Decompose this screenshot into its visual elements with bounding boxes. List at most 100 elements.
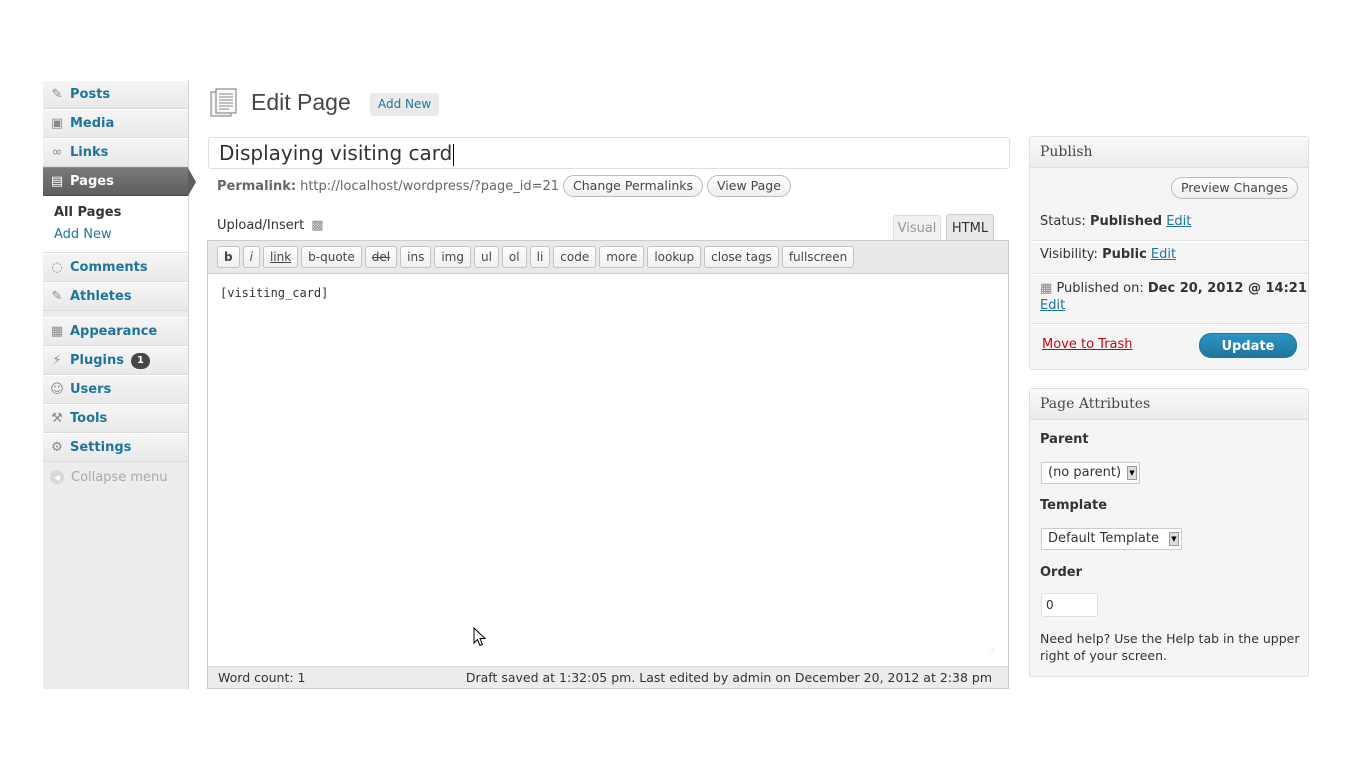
menu-item-settings[interactable]: ⚙ Settings [43,433,188,462]
qt-li-button[interactable]: li [529,246,551,268]
upload-insert[interactable]: Upload/Insert ▩ [217,218,324,233]
qt-more-button[interactable]: more [599,246,645,268]
qt-img-button[interactable]: img [434,246,471,268]
move-to-trash-link[interactable]: Move to Trash [1042,337,1133,352]
published-on-label: Published on: [1056,281,1144,296]
page-attributes-box: Page Attributes Parent (no parent) ▼ Tem… [1029,388,1309,677]
menu-item-tools[interactable]: ⚒ Tools [43,404,188,433]
qt-ul-button[interactable]: ul [473,246,499,268]
appearance-icon: ▦ [50,324,64,339]
content-textarea[interactable]: [visiting_card] [208,274,1008,644]
qt-del-button[interactable]: del [364,246,398,268]
menu-label: Links [70,145,109,160]
status-value: Published [1089,214,1163,229]
edit-status-link[interactable]: Edit [1166,214,1191,229]
status-row: Status: Published Edit [1040,214,1191,229]
qt-italic-button[interactable]: i [242,246,260,268]
help-text: Need help? Use the Help tab in the upper… [1040,631,1300,663]
pin-icon: ✎ [51,289,63,304]
content-text: [visiting_card] [220,286,329,300]
text-caret [453,143,455,166]
change-permalinks-button[interactable]: Change Permalinks [563,175,704,197]
qt-code-button[interactable]: code [553,246,597,268]
dropdown-arrow-icon: ▼ [1127,466,1137,480]
divider [1030,273,1308,275]
edit-visibility-link[interactable]: Edit [1151,247,1176,262]
qt-close-tags-button[interactable]: close tags [704,246,779,268]
tab-visual[interactable]: Visual [893,215,941,240]
submenu-add-new[interactable]: Add New [54,227,112,242]
comments-icon: ◌ [51,260,63,275]
submenu-all-pages[interactable]: All Pages [54,202,188,224]
collapse-menu[interactable]: ◀ Collapse menu [43,462,188,492]
qt-fullscreen-button[interactable]: fullscreen [781,246,855,268]
divider [1030,240,1308,242]
mouse-cursor-icon [473,627,487,647]
draft-status: Draft saved at 1:32:05 pm. Last edited b… [465,670,992,685]
menu-label: Pages [70,174,114,189]
edit-date-link[interactable]: Edit [1040,298,1065,313]
calendar-icon: ▦ [1040,281,1053,296]
parent-select[interactable]: (no parent) ▼ [1041,462,1140,484]
collapse-menu-label: Collapse menu [71,469,168,485]
users-icon: ☺ [50,382,64,397]
tools-icon: ⚒ [51,411,63,426]
menu-label: Appearance [70,324,158,339]
status-label: Status: [1040,214,1086,229]
page-attributes-title: Page Attributes [1030,389,1308,420]
editor-status-bar: Word count: 1 Draft saved at 1:32:05 pm.… [208,666,1008,688]
menu-item-posts[interactable]: ✎ Posts [43,80,188,109]
menu-label: Settings [70,440,132,455]
title-value: Displaying visiting card [219,141,453,165]
menu-label: Plugins [70,353,124,368]
upload-insert-label: Upload/Insert [217,218,305,233]
menu-item-links[interactable]: ∞ Links [43,138,188,167]
view-page-button[interactable]: View Page [707,175,791,197]
template-select[interactable]: Default Template ▼ [1041,528,1182,550]
menu-label: Athletes [70,289,132,304]
pages-submenu: All Pages Add New [43,196,188,253]
qt-ins-button[interactable]: ins [400,246,432,268]
collapse-arrow-icon: ◀ [50,470,64,484]
page-title: Edit Page [251,89,351,115]
plugins-icon: ⚡ [52,353,62,368]
qt-bold-button[interactable]: b [217,246,240,268]
visibility-label: Visibility: [1040,247,1098,262]
quicktags-toolbar: b i link b-quote del ins img ul ol li co… [208,241,1008,274]
menu-item-media[interactable]: ▣ Media [43,109,188,138]
menu-item-comments[interactable]: ◌ Comments [43,253,188,282]
menu-item-appearance[interactable]: ▦ Appearance [43,317,188,346]
menu-item-athletes[interactable]: ✎ Athletes [43,282,188,311]
parent-value: (no parent) [1048,465,1122,480]
dropdown-arrow-icon: ▼ [1169,532,1179,546]
template-value: Default Template [1048,531,1159,546]
pin-icon: ✎ [51,87,63,102]
page-title-input[interactable]: Displaying visiting card [208,137,1010,169]
order-input[interactable]: 0 [1041,593,1098,617]
qt-link-button[interactable]: link [262,246,299,268]
menu-item-plugins[interactable]: ⚡ Plugins 1 [43,346,188,375]
add-new-page-button[interactable]: Add New [370,93,440,116]
order-label: Order [1040,565,1082,580]
menu-item-pages[interactable]: ▤ Pages [43,167,196,196]
resize-handle[interactable]: ⁘ [989,646,996,655]
plugins-update-badge: 1 [131,352,150,369]
menu-item-users[interactable]: ☺ Users [43,375,188,404]
tab-html[interactable]: HTML [946,214,994,241]
qt-blockquote-button[interactable]: b-quote [301,246,362,268]
update-button[interactable]: Update [1199,333,1297,358]
settings-icon: ⚙ [51,440,63,455]
pages-icon: ▤ [50,174,64,189]
pages-icon [210,88,237,117]
add-media-icon[interactable]: ▩ [311,218,323,233]
published-on-row: ▦ Published on: Dec 20, 2012 @ 14:21 Edi… [1040,280,1307,314]
word-count: Word count: 1 [218,670,306,685]
html-editor: b i link b-quote del ins img ul ol li co… [207,240,1009,689]
menu-label: Media [70,116,115,131]
preview-changes-button[interactable]: Preview Changes [1170,177,1298,199]
permalink-label: Permalink: [217,178,297,194]
template-label: Template [1040,498,1108,513]
qt-ol-button[interactable]: ol [501,246,527,268]
qt-lookup-button[interactable]: lookup [647,246,702,268]
media-icon: ▣ [50,116,64,131]
